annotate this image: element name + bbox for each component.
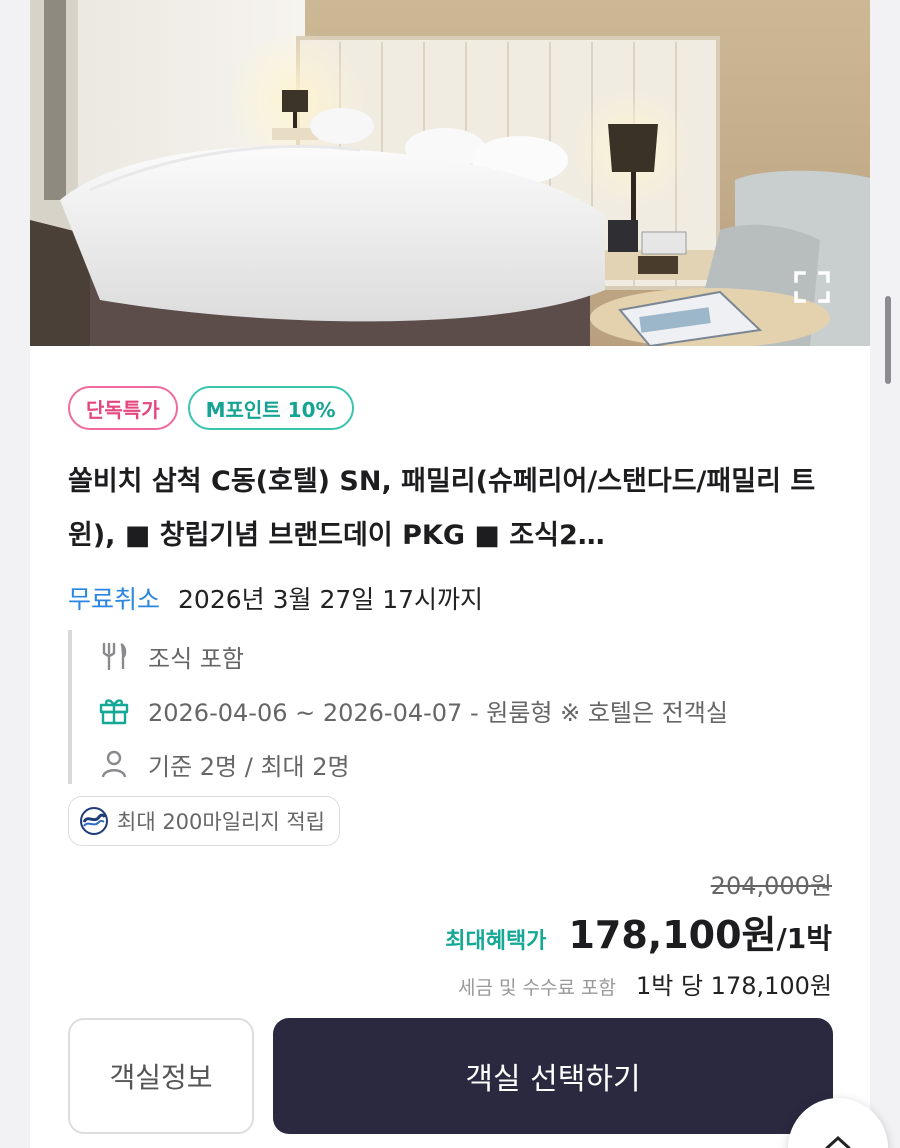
best-benefit-label: 최대혜택가	[445, 929, 547, 954]
cancel-deadline: 2026년 3월 27일 17시까지	[178, 585, 484, 614]
tax-note: 세금 및 수수료 포함	[458, 977, 616, 999]
gift-icon	[98, 694, 130, 726]
free-cancel-label: 무료취소	[68, 585, 161, 614]
room-details: 조식 포함 2026-04-06 ~ 2026-04-07 - 원룸형 ※ 호텔…	[68, 630, 842, 784]
exclusive-deal-badge: 단독특가	[68, 386, 178, 430]
stay-text: 2026-04-06 ~ 2026-04-07 - 원룸형 ※ 호텔은 전객실	[148, 698, 728, 727]
per-night-price: 1박 당 178,100원	[635, 972, 832, 1000]
m-point-badge: M포인트 10%	[187, 386, 354, 430]
stay-detail: 2026-04-06 ~ 2026-04-07 - 원룸형 ※ 호텔은 전객실	[98, 692, 728, 728]
occupancy-detail: 기준 2명 / 최대 2명	[98, 746, 350, 782]
chevron-up-icon	[825, 1135, 851, 1148]
mileage-chip: 최대 200마일리지 적립	[68, 796, 340, 846]
expand-photo-button[interactable]	[788, 265, 836, 309]
price-amount: 178,100원	[568, 913, 777, 957]
room-photo[interactable]	[30, 0, 870, 346]
select-room-button[interactable]: 객실 선택하기	[273, 1018, 833, 1134]
original-price: 204,000원	[710, 872, 832, 900]
fullscreen-icon	[794, 271, 830, 303]
badge-row: 단독특가 M포인트 10%	[68, 386, 354, 430]
occupancy-text: 기준 2명 / 최대 2명	[148, 752, 350, 781]
airline-logo-icon	[80, 807, 108, 835]
room-card: 단독특가 M포인트 10% 쏠비치 삼척 C동(호텔) SN, 패밀리(슈페리어…	[30, 0, 888, 1148]
utensils-icon	[98, 640, 130, 672]
room-info-button[interactable]: 객실정보	[68, 1018, 254, 1134]
cancellation-policy: 무료취소 2026년 3월 27일 17시까지	[68, 580, 483, 616]
mileage-text: 최대 200마일리지 적립	[117, 810, 325, 834]
price-line: 최대혜택가 178,100원 /1박	[445, 904, 832, 959]
scrollbar-thumb[interactable]	[885, 296, 891, 384]
room-title: 쏠비치 삼척 C동(호텔) SN, 패밀리(슈페리어/스탠다드/패밀리 트윈),…	[68, 466, 816, 551]
room-photo-illustration	[30, 0, 870, 346]
meal-text: 조식 포함	[148, 644, 244, 673]
meal-detail: 조식 포함	[98, 638, 244, 674]
page: 단독특가 M포인트 10% 쏠비치 삼척 C동(호텔) SN, 패밀리(슈페리어…	[0, 0, 900, 1148]
tax-line: 세금 및 수수료 포함 1박 당 178,100원	[458, 966, 832, 1001]
price-unit: /1박	[776, 922, 832, 955]
person-icon	[98, 748, 130, 780]
